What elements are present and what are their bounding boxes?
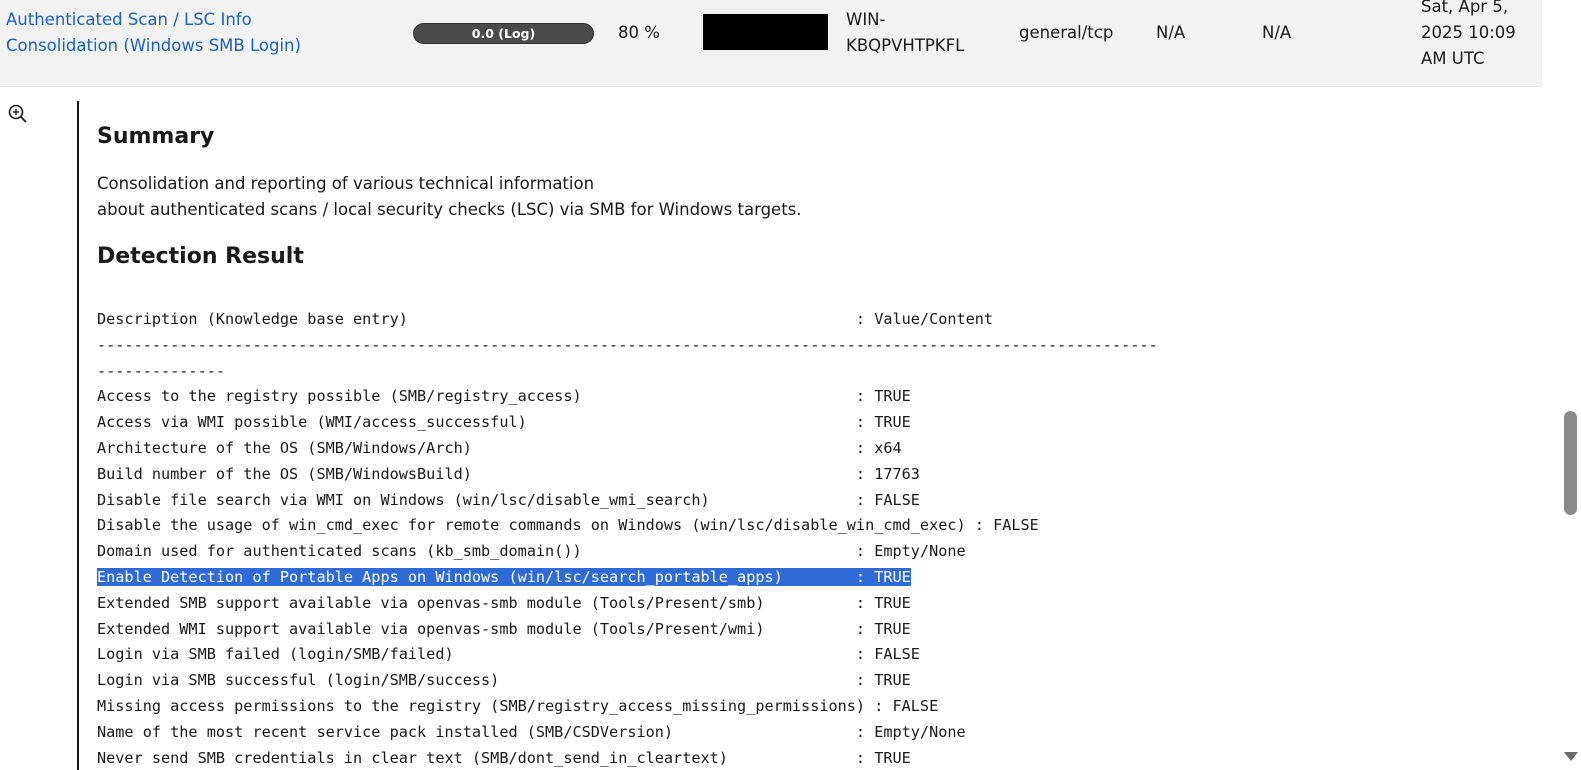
- kb-row: Missing access permissions to the regist…: [97, 696, 939, 715]
- vt-name-line[interactable]: Authenticated Scan / LSC Info: [6, 7, 386, 33]
- kb-row: Disable the usage of win_cmd_exec for re…: [97, 516, 1039, 535]
- kb-table-separator: ----------------------------------------…: [97, 335, 1158, 354]
- created-line: AM UTC: [1421, 49, 1485, 68]
- kb-row: Domain used for authenticated scans (kb_…: [97, 542, 966, 561]
- kb-row: Access via WMI possible (WMI/access_succ…: [97, 413, 911, 432]
- summary-line: about authenticated scans / local securi…: [97, 200, 802, 219]
- hostname: WIN- KBQPVHTPKFL: [846, 7, 996, 59]
- qod-value: 80 %: [618, 23, 660, 42]
- kb-row: Architecture of the OS (SMB/Windows/Arch…: [97, 438, 902, 457]
- details-border: [77, 101, 79, 770]
- detection-result-table: Description (Knowledge base entry) : Val…: [97, 307, 1158, 770]
- kb-row: Extended SMB support available via openv…: [97, 593, 911, 612]
- result-row[interactable]: Authenticated Scan / LSC Info Consolidat…: [0, 0, 1542, 87]
- kb-table-header: Description (Knowledge base entry) : Val…: [97, 310, 994, 328]
- hostname-line: WIN-: [846, 10, 886, 29]
- kb-row: Login via SMB failed (login/SMB/failed) …: [97, 645, 920, 664]
- summary-line: Consolidation and reporting of various t…: [97, 174, 595, 193]
- kb-row: Build number of the OS (SMB/WindowsBuild…: [97, 464, 920, 483]
- kb-table-separator: --------------: [97, 361, 226, 380]
- created-line: Sat, Apr 5,: [1421, 0, 1509, 16]
- kb-row: Disable file search via WMI on Windows (…: [97, 490, 920, 509]
- severity-bar: 0.0 (Log): [413, 23, 594, 44]
- epss-score: N/A: [1156, 23, 1186, 42]
- detection-result-heading: Detection Result: [97, 244, 304, 269]
- summary-heading: Summary: [97, 124, 215, 149]
- zoom-in-icon[interactable]: [7, 103, 29, 125]
- hostname-line: KBQPVHTPKFL: [846, 36, 965, 55]
- vt-name-link[interactable]: Authenticated Scan / LSC Info Consolidat…: [6, 7, 386, 59]
- epss-percentile: N/A: [1262, 23, 1292, 42]
- scroll-down-arrow-icon[interactable]: [1564, 752, 1578, 761]
- vertical-scrollbar[interactable]: [1561, 0, 1581, 770]
- kb-row: Name of the most recent service pack ins…: [97, 722, 966, 741]
- vt-name-line[interactable]: Consolidation (Windows SMB Login): [6, 33, 386, 59]
- created-line: 2025 10:09: [1421, 23, 1516, 42]
- scrollbar-thumb[interactable]: [1564, 411, 1577, 515]
- ip-address-redacted: [703, 14, 828, 50]
- kb-row: Access to the registry possible (SMB/reg…: [97, 387, 911, 406]
- created-date: Sat, Apr 5, 2025 10:09 AM UTC: [1421, 0, 1541, 72]
- kb-row-selected: Enable Detection of Portable Apps on Win…: [97, 567, 911, 586]
- kb-row: Extended WMI support available via openv…: [97, 619, 911, 638]
- kb-row: Never send SMB credentials in clear text…: [97, 748, 911, 767]
- location: general/tcp: [1019, 23, 1114, 42]
- summary-text: Consolidation and reporting of various t…: [97, 171, 802, 223]
- kb-row: Login via SMB successful (login/SMB/succ…: [97, 671, 911, 690]
